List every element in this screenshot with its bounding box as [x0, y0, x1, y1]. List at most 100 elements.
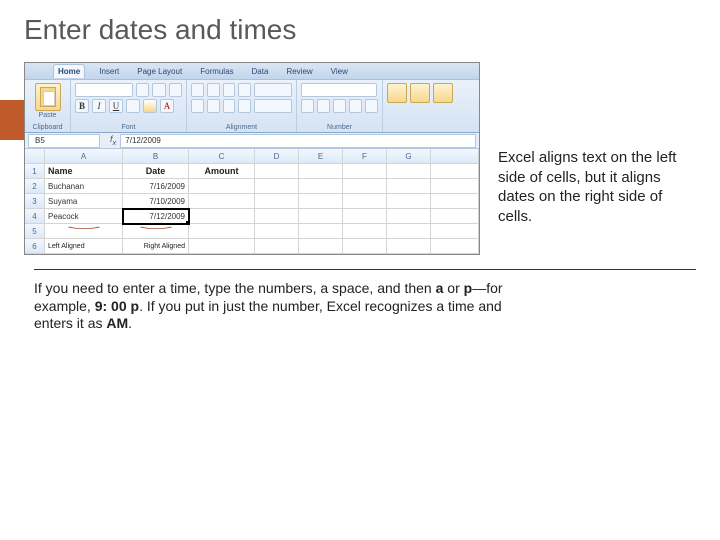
cell-d5[interactable]: [255, 224, 299, 239]
cell-c4[interactable]: [189, 209, 255, 224]
row-header-2[interactable]: 2: [25, 179, 45, 194]
col-header-d[interactable]: D: [255, 149, 299, 164]
cell-f3[interactable]: [343, 194, 387, 209]
cell-e5[interactable]: [299, 224, 343, 239]
cell-g6[interactable]: [387, 239, 431, 254]
cell-b2[interactable]: 7/16/2009: [123, 179, 189, 194]
row-header-4[interactable]: 4: [25, 209, 45, 224]
col-header-b[interactable]: B: [123, 149, 189, 164]
font-name-dropdown[interactable]: [75, 83, 133, 97]
cell-e2[interactable]: [299, 179, 343, 194]
underline-button[interactable]: U: [109, 99, 123, 113]
cell-d6[interactable]: [255, 239, 299, 254]
font-color-button[interactable]: A: [160, 99, 174, 113]
row-header-5[interactable]: 5: [25, 224, 45, 239]
row-header-3[interactable]: 3: [25, 194, 45, 209]
align-bottom-button[interactable]: [223, 83, 236, 97]
cell-b3[interactable]: 7/10/2009: [123, 194, 189, 209]
bold-button[interactable]: B: [75, 99, 89, 113]
cell-c6[interactable]: [189, 239, 255, 254]
cell-b6-label[interactable]: Right Aligned: [123, 239, 189, 254]
cells-button[interactable]: [410, 83, 430, 103]
cell-e3[interactable]: [299, 194, 343, 209]
grow-font-button[interactable]: [152, 83, 165, 97]
tab-page-layout[interactable]: Page Layout: [133, 65, 186, 78]
cell-g5[interactable]: [387, 224, 431, 239]
decrease-decimal-button[interactable]: [365, 99, 378, 113]
percent-button[interactable]: [317, 99, 330, 113]
cell-g2[interactable]: [387, 179, 431, 194]
italic-button[interactable]: I: [92, 99, 106, 113]
styles-button[interactable]: [387, 83, 407, 103]
cell-d2[interactable]: [255, 179, 299, 194]
cell-a4[interactable]: Peacock: [45, 209, 123, 224]
cell-h3[interactable]: [431, 194, 479, 209]
number-format-dropdown[interactable]: [301, 83, 377, 97]
cell-g1[interactable]: [387, 164, 431, 179]
cell-h2[interactable]: [431, 179, 479, 194]
row-header-1[interactable]: 1: [25, 164, 45, 179]
cell-d3[interactable]: [255, 194, 299, 209]
tab-view[interactable]: View: [327, 65, 352, 78]
cell-h5[interactable]: [431, 224, 479, 239]
shrink-font-button[interactable]: [169, 83, 182, 97]
col-header-c[interactable]: C: [189, 149, 255, 164]
cell-f6[interactable]: [343, 239, 387, 254]
cell-c1[interactable]: Amount: [189, 164, 255, 179]
formula-bar[interactable]: 7/12/2009: [120, 134, 476, 148]
cell-a3[interactable]: Suyama: [45, 194, 123, 209]
cell-h6[interactable]: [431, 239, 479, 254]
merge-center-button[interactable]: [254, 99, 292, 113]
cell-f1[interactable]: [343, 164, 387, 179]
tab-insert[interactable]: Insert: [95, 65, 123, 78]
align-left-button[interactable]: [191, 99, 204, 113]
font-size-dropdown[interactable]: [136, 83, 149, 97]
worksheet-grid[interactable]: A B C D E F G 1 Name Date Amount 2 Bucha…: [25, 149, 479, 254]
cell-b5-annot[interactable]: ︶: [123, 224, 189, 239]
col-header-g[interactable]: G: [387, 149, 431, 164]
name-box[interactable]: B5: [28, 134, 100, 148]
cell-c3[interactable]: [189, 194, 255, 209]
col-header-a[interactable]: A: [45, 149, 123, 164]
cell-f4[interactable]: [343, 209, 387, 224]
border-button[interactable]: [126, 99, 140, 113]
fx-icon[interactable]: fx: [110, 134, 116, 147]
col-header-f[interactable]: F: [343, 149, 387, 164]
paste-button[interactable]: [35, 83, 61, 111]
tab-review[interactable]: Review: [282, 65, 316, 78]
align-right-button[interactable]: [223, 99, 236, 113]
align-center-button[interactable]: [207, 99, 220, 113]
cell-e4[interactable]: [299, 209, 343, 224]
tab-home[interactable]: Home: [53, 64, 85, 78]
editing-button[interactable]: [433, 83, 453, 103]
wrap-text-button[interactable]: [254, 83, 292, 97]
cell-c5[interactable]: [189, 224, 255, 239]
cell-h4[interactable]: [431, 209, 479, 224]
comma-button[interactable]: [333, 99, 346, 113]
cell-b1[interactable]: Date: [123, 164, 189, 179]
cell-h1[interactable]: [431, 164, 479, 179]
cell-a6-label[interactable]: Left Aligned: [45, 239, 123, 254]
accounting-button[interactable]: [301, 99, 314, 113]
cell-d4[interactable]: [255, 209, 299, 224]
col-header-e[interactable]: E: [299, 149, 343, 164]
cell-f5[interactable]: [343, 224, 387, 239]
cell-f2[interactable]: [343, 179, 387, 194]
decrease-indent-button[interactable]: [238, 99, 251, 113]
align-middle-button[interactable]: [207, 83, 220, 97]
cell-c2[interactable]: [189, 179, 255, 194]
cell-a5-annot[interactable]: ︶: [45, 224, 123, 239]
cell-a2[interactable]: Buchanan: [45, 179, 123, 194]
orientation-button[interactable]: [238, 83, 251, 97]
tab-formulas[interactable]: Formulas: [196, 65, 237, 78]
cell-d1[interactable]: [255, 164, 299, 179]
cell-g3[interactable]: [387, 194, 431, 209]
cell-e1[interactable]: [299, 164, 343, 179]
align-top-button[interactable]: [191, 83, 204, 97]
fill-color-button[interactable]: [143, 99, 157, 113]
cell-b4-selected[interactable]: 7/12/2009: [123, 209, 189, 224]
cell-e6[interactable]: [299, 239, 343, 254]
row-header-6[interactable]: 6: [25, 239, 45, 254]
col-header-extra[interactable]: [431, 149, 479, 164]
increase-decimal-button[interactable]: [349, 99, 362, 113]
